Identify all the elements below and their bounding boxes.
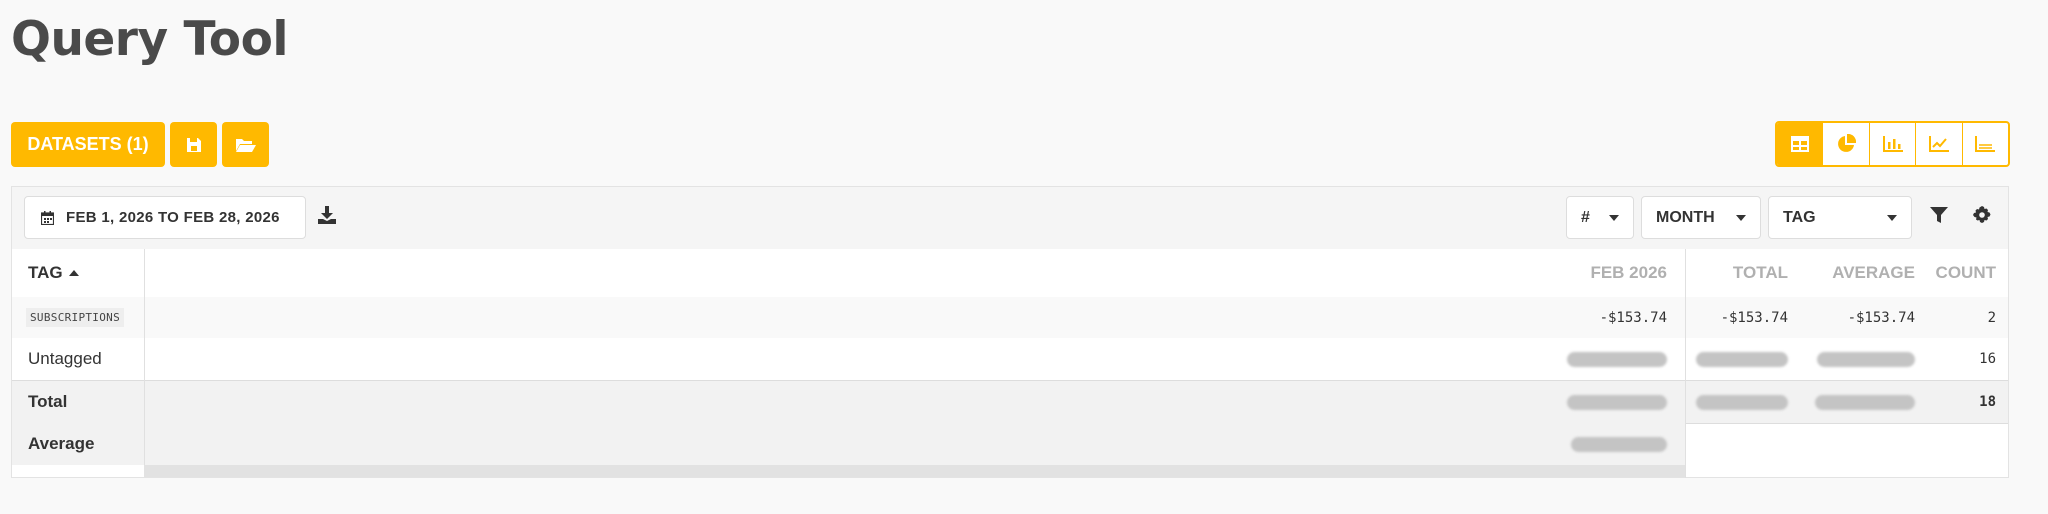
gear-icon[interactable] xyxy=(1973,206,1991,224)
column-divider xyxy=(144,249,145,465)
query-toolbar: FEB 1, 2026 TO FEB 28, 2026 # MONTH TAG xyxy=(12,187,2008,250)
average-label: Average xyxy=(28,434,95,453)
page-title: Query Tool xyxy=(11,12,288,67)
save-icon xyxy=(186,137,201,152)
column-header-total[interactable]: TOTAL xyxy=(1702,249,1788,297)
tag-label: Untagged xyxy=(28,349,102,368)
folder-open-icon xyxy=(235,138,256,152)
sort-ascending-icon xyxy=(68,270,79,276)
table-header-row: TAG FEB 2026 TOTAL AVERAGE COUNT xyxy=(12,249,2008,298)
column-header-tag-label: TAG xyxy=(28,263,63,282)
view-bar-button[interactable] xyxy=(1868,123,1915,165)
total-value: -$153.74 xyxy=(1720,309,1788,326)
period-select[interactable]: MONTH xyxy=(1641,196,1761,239)
line-chart-icon xyxy=(1928,136,1949,152)
view-line-button[interactable] xyxy=(1915,123,1961,165)
total-average-redacted xyxy=(1802,381,1915,423)
metric-select-value: # xyxy=(1581,208,1590,226)
total-count: 18 xyxy=(1979,394,1996,410)
bar-chart-icon xyxy=(1882,136,1903,152)
chevron-down-icon xyxy=(1887,215,1897,221)
column-header-month[interactable]: FEB 2026 xyxy=(1512,249,1667,297)
column-header-tag[interactable]: TAG xyxy=(28,249,138,297)
datasets-button-label: DATASETS (1) xyxy=(27,134,149,154)
average-row-bg xyxy=(12,423,1685,465)
total-month-redacted xyxy=(1512,381,1667,423)
column-header-average[interactable]: AVERAGE xyxy=(1802,249,1915,297)
pie-chart-icon xyxy=(1838,134,1857,152)
group-by-select[interactable]: TAG xyxy=(1768,196,1912,239)
download-icon[interactable] xyxy=(318,206,336,224)
datasets-button[interactable]: DATASETS (1) xyxy=(11,122,165,167)
view-table-button[interactable] xyxy=(1777,123,1823,165)
average-value-redacted xyxy=(1802,338,1915,380)
date-range-button[interactable]: FEB 1, 2026 TO FEB 28, 2026 xyxy=(24,196,306,239)
metric-select[interactable]: # xyxy=(1566,196,1634,239)
average-value: -$153.74 xyxy=(1847,309,1915,326)
query-panel: FEB 1, 2026 TO FEB 28, 2026 # MONTH TAG xyxy=(11,186,2009,478)
filter-icon[interactable] xyxy=(1930,206,1948,224)
table-icon xyxy=(1790,136,1809,152)
tag-badge[interactable]: SUBSCRIPTIONS xyxy=(26,308,124,327)
view-pie-button[interactable] xyxy=(1822,123,1868,165)
view-area-button[interactable] xyxy=(1961,123,2008,165)
period-select-value: MONTH xyxy=(1656,208,1715,226)
group-by-select-value: TAG xyxy=(1783,208,1816,226)
column-divider xyxy=(1685,249,1686,478)
count-value: 16 xyxy=(1979,351,1996,367)
average-month-redacted xyxy=(1512,423,1667,465)
month-value: -$153.74 xyxy=(1599,309,1667,326)
chevron-down-icon xyxy=(1736,215,1746,221)
count-value: 2 xyxy=(1987,309,1996,326)
chevron-down-icon xyxy=(1609,215,1619,221)
column-header-count[interactable]: COUNT xyxy=(1922,249,1996,297)
horizontal-scrollbar[interactable] xyxy=(144,465,1685,477)
table-row: Untagged 16 xyxy=(12,338,2008,381)
total-row: Total 18 xyxy=(12,381,2008,424)
open-button[interactable] xyxy=(222,122,269,167)
total-total-redacted xyxy=(1692,381,1788,423)
average-row: Average xyxy=(12,423,2008,465)
tag-cell: SUBSCRIPTIONS xyxy=(26,297,136,338)
table-row: SUBSCRIPTIONS -$153.74 -$153.74 -$153.74… xyxy=(12,297,2008,338)
save-button[interactable] xyxy=(170,122,217,167)
total-value-redacted xyxy=(1692,338,1788,380)
area-chart-icon xyxy=(1975,136,1996,152)
date-range-label: FEB 1, 2026 TO FEB 28, 2026 xyxy=(66,209,280,226)
total-label: Total xyxy=(28,392,68,411)
view-switcher xyxy=(1775,121,2010,167)
month-value-redacted xyxy=(1512,338,1667,380)
calendar-icon xyxy=(41,210,54,225)
